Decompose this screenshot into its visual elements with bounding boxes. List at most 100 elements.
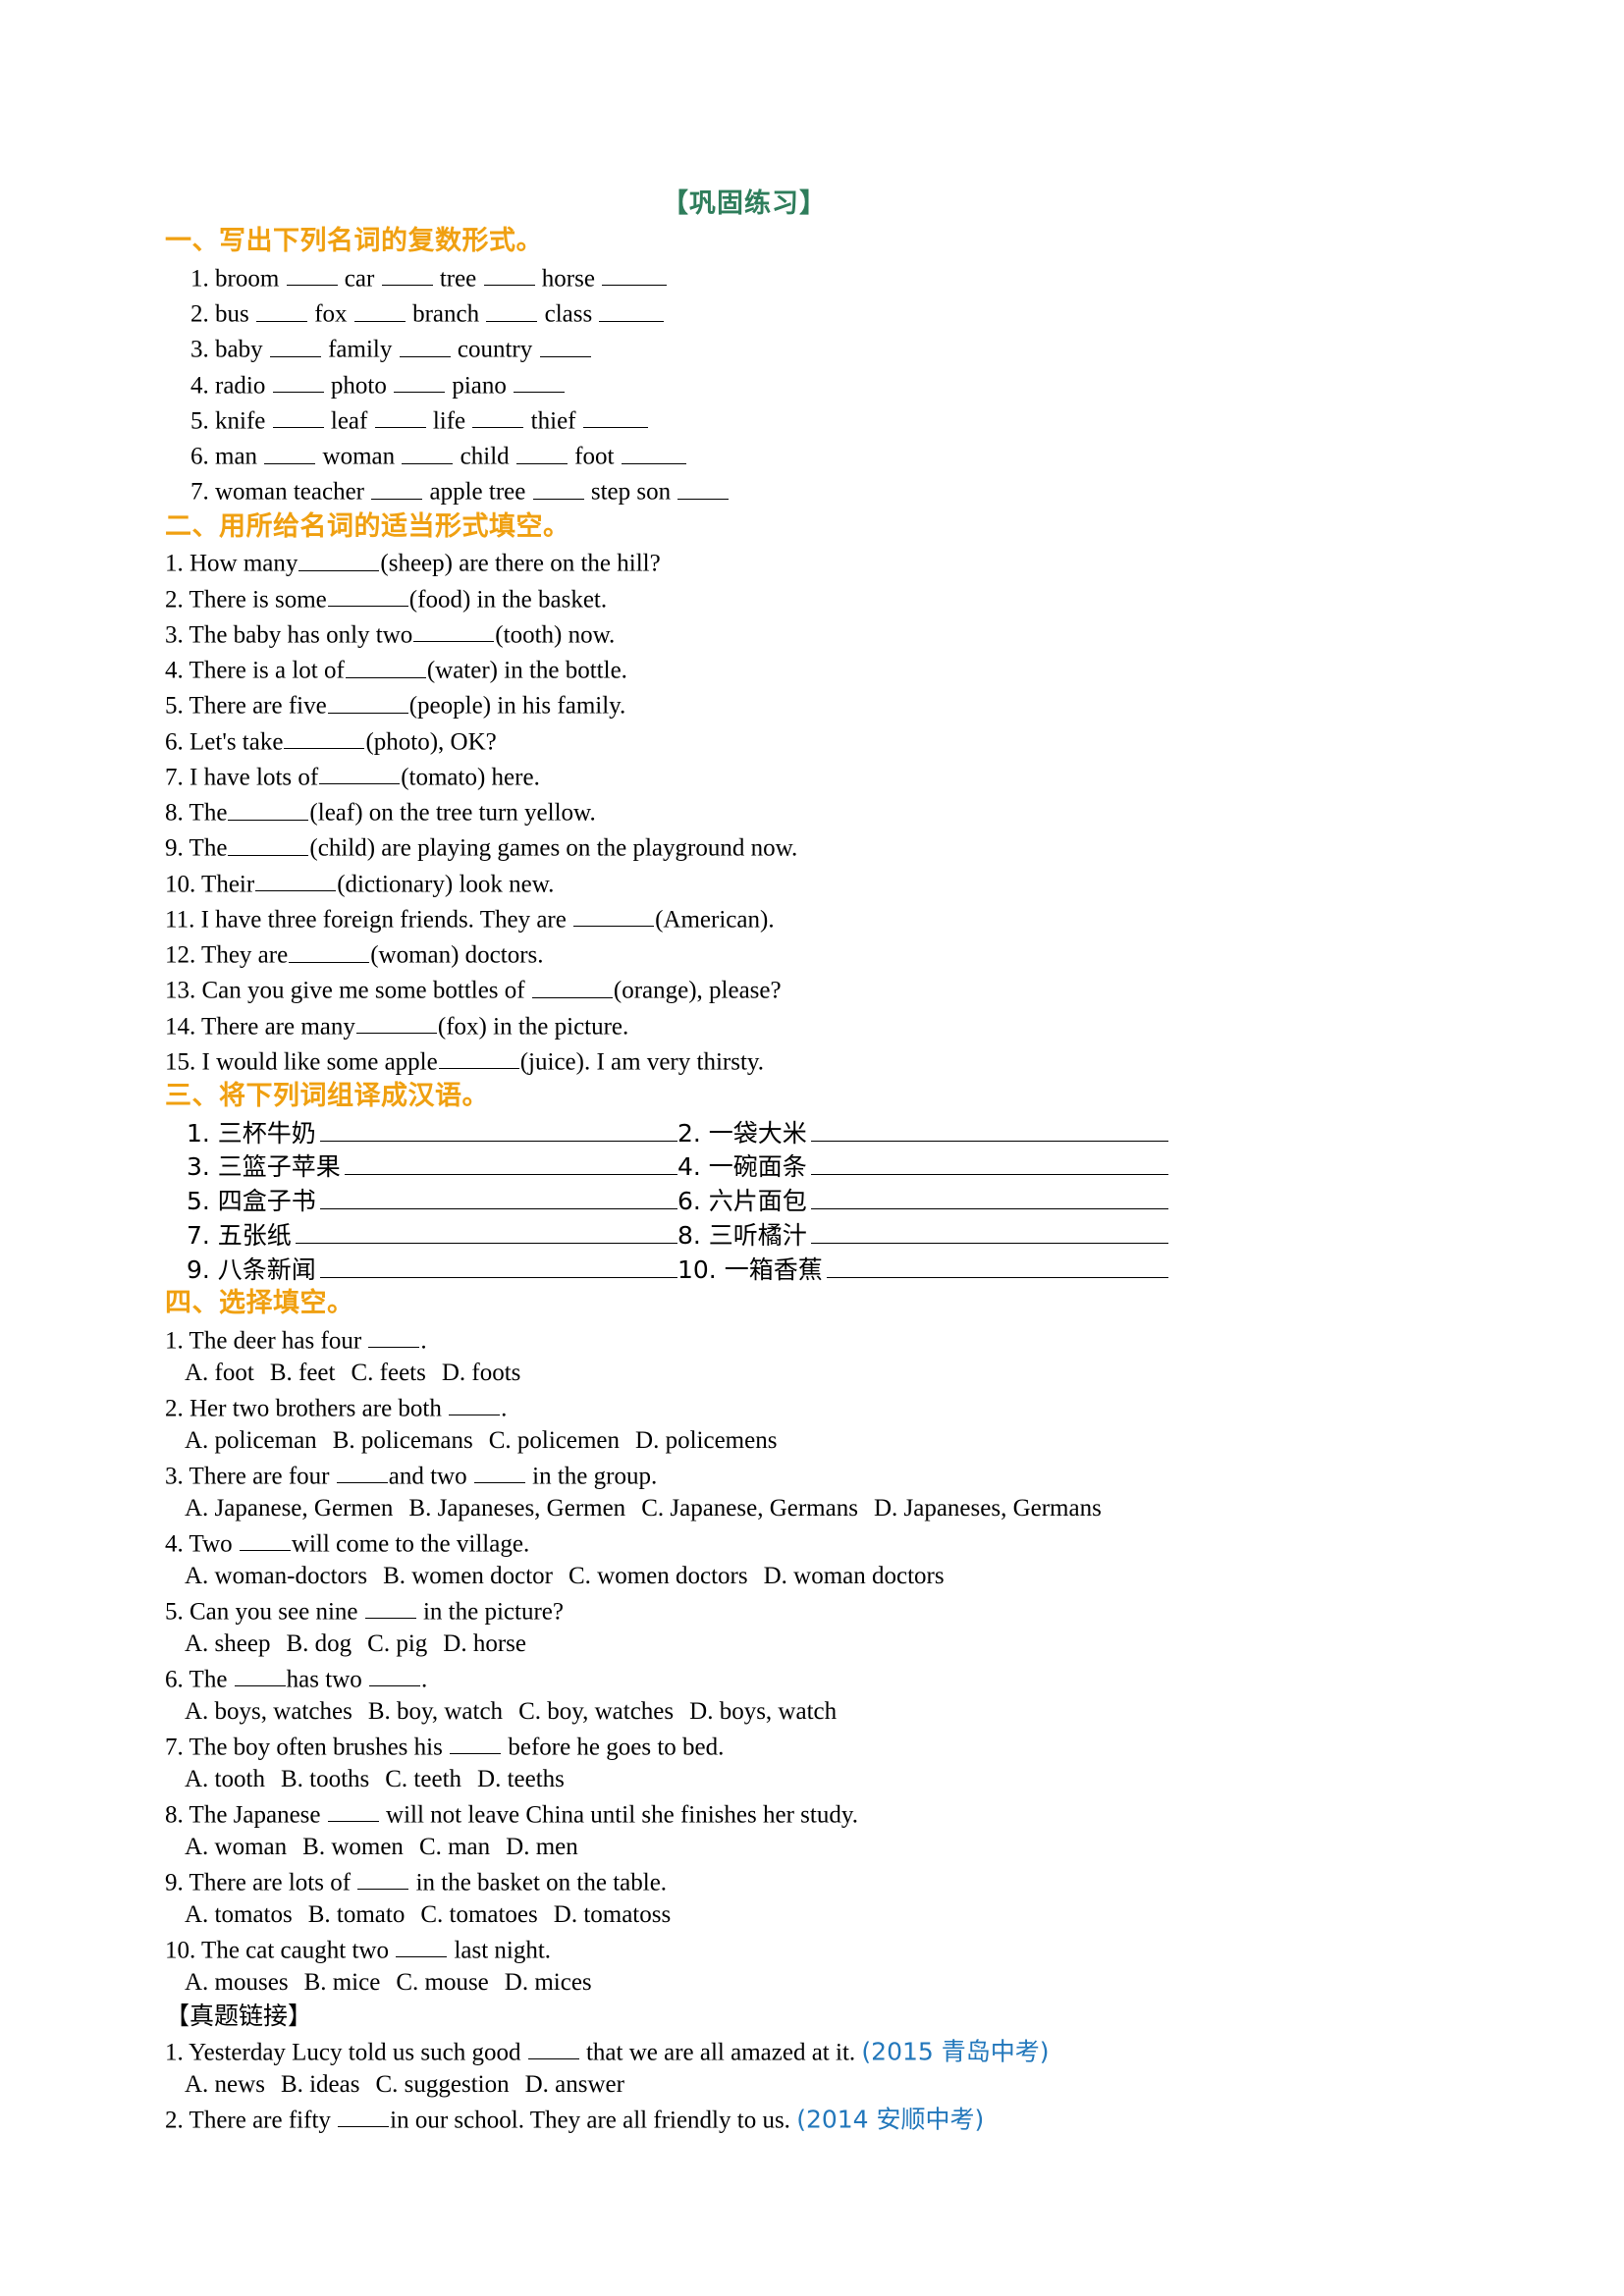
answer-blank[interactable] [228,829,309,856]
option-choice[interactable]: B. tooths [281,1766,369,1792]
answer-blank[interactable] [677,473,730,500]
option-choice[interactable]: A. mouses [185,1969,289,1996]
option-choice[interactable]: C. suggestion [375,2071,509,2098]
option-choice[interactable]: D. horse [443,1630,526,1657]
answer-blank[interactable] [255,866,337,892]
answer-blank[interactable] [298,545,380,571]
answer-blank[interactable] [531,972,613,998]
answer-blank[interactable] [486,295,538,322]
answer-blank[interactable] [369,1661,420,1687]
answer-blank[interactable] [810,1217,1168,1244]
option-choice[interactable]: C. women doctors [568,1563,748,1589]
answer-blank[interactable] [338,2102,390,2128]
answer-blank[interactable] [483,260,535,287]
answer-blank[interactable] [355,1008,437,1035]
option-choice[interactable]: B. feet [270,1360,336,1386]
answer-blank[interactable] [345,652,426,678]
answer-blank[interactable] [319,1184,677,1210]
answer-blank[interactable] [295,1217,677,1244]
option-choice[interactable]: B. women [302,1834,404,1860]
answer-blank[interactable] [826,1252,1168,1278]
option-choice[interactable]: C. teeth [385,1766,461,1792]
answer-blank[interactable] [396,1932,448,1958]
answer-blank[interactable] [239,1525,291,1552]
option-choice[interactable]: D. teeths [477,1766,565,1792]
option-choice[interactable]: B. tomato [308,1901,406,1928]
answer-blank[interactable] [472,402,524,429]
option-choice[interactable]: B. boy, watch [368,1698,503,1725]
option-choice[interactable]: C. man [419,1834,490,1860]
answer-blank[interactable] [381,260,433,287]
answer-blank[interactable] [228,794,309,821]
option-choice[interactable]: C. Japanese, Germans [641,1495,858,1522]
option-choice[interactable]: D. policemens [635,1427,777,1454]
option-choice[interactable]: A. policeman [185,1427,317,1454]
answer-blank[interactable] [364,1593,416,1620]
option-choice[interactable]: A. tooth [185,1766,265,1792]
option-choice[interactable]: A. woman-doctors [185,1563,367,1589]
answer-blank[interactable] [353,295,406,322]
answer-blank[interactable] [539,331,591,357]
option-choice[interactable]: B. dog [286,1630,352,1657]
option-choice[interactable]: C. boy, watches [518,1698,674,1725]
option-choice[interactable]: B. women doctor [383,1563,553,1589]
answer-blank[interactable] [810,1115,1168,1142]
answer-blank[interactable] [621,438,686,464]
option-choice[interactable]: C. policemen [489,1427,620,1454]
answer-blank[interactable] [473,1458,525,1484]
answer-blank[interactable] [319,1252,677,1278]
answer-blank[interactable] [327,1796,379,1823]
answer-blank[interactable] [234,1661,286,1687]
answer-blank[interactable] [374,402,426,429]
answer-blank[interactable] [602,260,668,287]
answer-blank[interactable] [514,367,566,394]
answer-blank[interactable] [573,901,655,928]
answer-blank[interactable] [327,687,408,714]
answer-blank[interactable] [368,1322,420,1349]
answer-blank[interactable] [319,1115,677,1142]
option-choice[interactable]: B. policemans [333,1427,473,1454]
option-choice[interactable]: A. tomatos [185,1901,293,1928]
answer-blank[interactable] [284,723,365,750]
option-choice[interactable]: D. mices [505,1969,592,1996]
answer-blank[interactable] [357,1864,409,1891]
answer-blank[interactable] [286,260,338,287]
option-choice[interactable]: D. Japaneses, Germans [874,1495,1102,1522]
answer-blank[interactable] [272,367,324,394]
answer-blank[interactable] [449,1390,501,1416]
option-choice[interactable]: C. feets [351,1360,425,1386]
option-choice[interactable]: D. woman doctors [764,1563,945,1589]
answer-blank[interactable] [272,402,324,429]
answer-blank[interactable] [532,473,584,500]
answer-blank[interactable] [336,1458,388,1484]
option-choice[interactable]: D. answer [525,2071,624,2098]
option-choice[interactable]: B. ideas [281,2071,360,2098]
option-choice[interactable]: C. mouse [396,1969,488,1996]
option-choice[interactable]: D. tomatoss [554,1901,671,1928]
answer-blank[interactable] [810,1184,1168,1210]
answer-blank[interactable] [527,2034,579,2060]
answer-blank[interactable] [413,616,495,643]
option-choice[interactable]: B. mice [304,1969,381,1996]
answer-blank[interactable] [599,295,665,322]
option-choice[interactable]: C. pig [367,1630,427,1657]
answer-blank[interactable] [344,1149,677,1176]
answer-blank[interactable] [327,581,408,608]
option-choice[interactable]: B. Japaneses, Germen [408,1495,625,1522]
answer-blank[interactable] [255,295,307,322]
option-choice[interactable]: D. foots [442,1360,521,1386]
option-choice[interactable]: A. Japanese, Germen [185,1495,393,1522]
option-choice[interactable]: C. tomatoes [420,1901,537,1928]
answer-blank[interactable] [371,473,423,500]
option-choice[interactable]: A. woman [185,1834,287,1860]
option-choice[interactable]: A. foot [185,1360,254,1386]
answer-blank[interactable] [450,1729,502,1755]
answer-blank[interactable] [269,331,321,357]
answer-blank[interactable] [438,1043,519,1070]
answer-blank[interactable] [264,438,316,464]
answer-blank[interactable] [515,438,568,464]
option-choice[interactable]: A. boys, watches [185,1698,352,1725]
answer-blank[interactable] [402,438,454,464]
answer-blank[interactable] [289,936,370,963]
option-choice[interactable]: A. sheep [185,1630,270,1657]
